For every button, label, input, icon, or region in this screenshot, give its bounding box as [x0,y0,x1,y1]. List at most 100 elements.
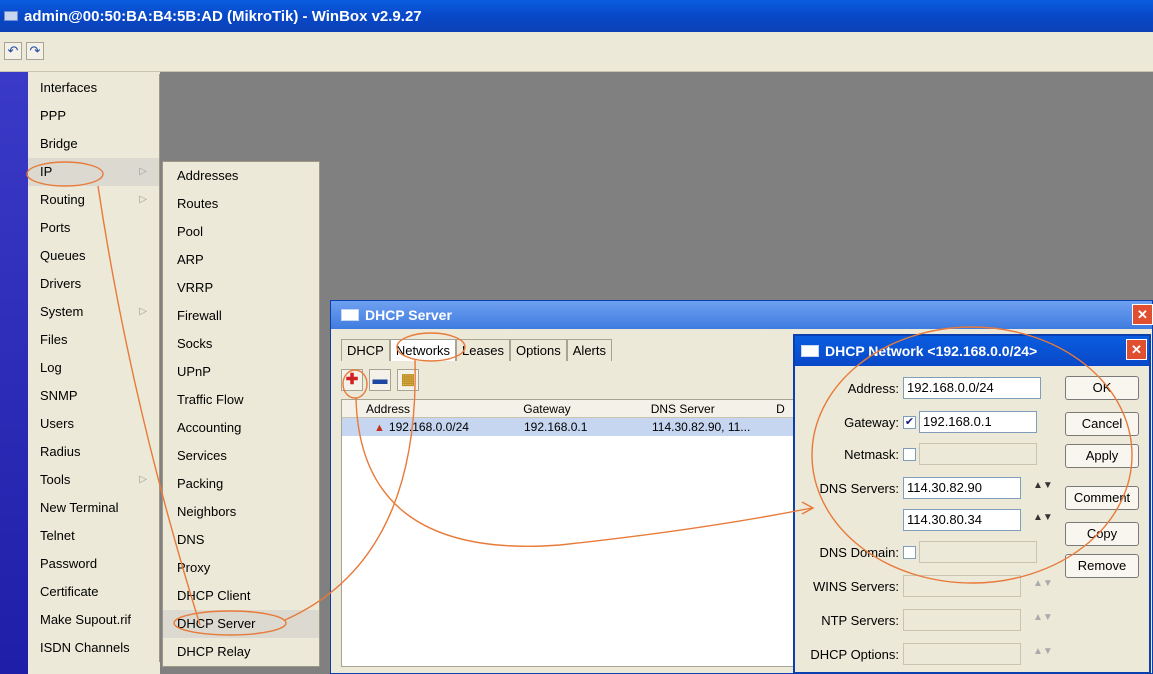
submenu-item[interactable]: Pool [163,218,319,246]
dhcp-network-title: DHCP Network <192.168.0.0/24> [825,343,1038,359]
dns-server-1-field[interactable]: 114.30.82.90 [903,477,1021,499]
address-field[interactable]: 192.168.0.0/24 [903,377,1041,399]
menu-item[interactable]: Routing ▷ [28,186,159,214]
apply-button[interactable]: Apply [1065,444,1139,468]
ntp-spin-icon: ▲▼ [1033,612,1053,623]
add-icon[interactable]: ✚ [341,369,363,391]
ok-button[interactable]: OK [1065,376,1139,400]
submenu-item[interactable]: DNS [163,526,319,554]
filter-icon[interactable]: ▦ [397,369,419,391]
table-header: Address Gateway DNS Server D [342,400,800,418]
ntp-label: NTP Servers: [821,612,899,628]
comment-button[interactable]: Comment [1065,486,1139,510]
submenu-item[interactable]: Socks [163,330,319,358]
column-dns-server[interactable]: DNS Server [647,400,772,417]
gateway-checkbox[interactable]: ✔ [903,415,916,429]
menu-item[interactable]: Telnet [28,522,159,550]
menu-item-label: Radius [40,444,81,459]
submenu-item[interactable]: DHCP Client [163,582,319,610]
submenu-item[interactable]: Packing [163,470,319,498]
menu-item[interactable]: Password [28,550,159,578]
submenu-item[interactable]: ARP [163,246,319,274]
submenu-item[interactable]: Neighbors [163,498,319,526]
submenu-item[interactable]: DHCP Server [163,610,319,638]
cell-gateway: 192.168.0.1 [524,420,588,434]
dns-2-spin-icon[interactable]: ▲▼ [1033,513,1053,523]
table-row[interactable]: ▲ 192.168.0.0/24 192.168.0.1 114.30.82.90… [342,418,800,436]
dns-1-spin-icon[interactable]: ▲▼ [1033,481,1053,491]
dns-domain-field[interactable] [919,541,1037,563]
menu-item[interactable]: SNMP [28,382,159,410]
menu-item[interactable]: Interfaces [28,74,159,102]
menu-item[interactable]: System ▷ [28,298,159,326]
submenu-item[interactable]: Accounting [163,414,319,442]
gateway-row: Gateway: ✔ 192.168.0.1 [795,410,1057,434]
undo-icon[interactable]: ↶ [4,42,22,60]
menu-item[interactable]: IP ▷ [28,158,159,186]
tab-networks[interactable]: Networks [389,339,457,361]
submenu-item[interactable]: Routes [163,190,319,218]
column-gateway[interactable]: Gateway [519,400,646,417]
menu-item[interactable]: Bridge [28,130,159,158]
tab-dhcp[interactable]: DHCP [341,339,390,361]
menu-item-label: New Terminal [40,500,119,515]
wins-label: WINS Servers: [813,578,899,594]
menu-item-label: SNMP [40,388,78,403]
gateway-label: Gateway: [844,414,899,430]
window-title: admin@00:50:BA:B4:5B:AD (MikroTik) - Win… [24,7,422,25]
menu-item[interactable]: Ports [28,214,159,242]
menu-item[interactable]: Tools ▷ [28,466,159,494]
dns-domain-checkbox[interactable] [903,545,916,559]
menu-item-label: Queues [40,248,86,263]
tab-leases[interactable]: Leases [456,339,510,361]
gateway-field[interactable]: 192.168.0.1 [919,411,1037,433]
redo-icon[interactable]: ↷ [26,42,44,60]
submenu-item[interactable]: VRRP [163,274,319,302]
submenu-item[interactable]: UPnP [163,358,319,386]
menu-item[interactable]: Drivers [28,270,159,298]
menu-item[interactable]: Certificate [28,578,159,606]
tab-alerts[interactable]: Alerts [566,339,612,361]
menu-item[interactable]: Make Supout.rif [28,606,159,634]
close-icon[interactable]: ✕ [1132,304,1153,325]
menu-item[interactable]: New Terminal [28,494,159,522]
menu-item[interactable]: ISDN Channels [28,634,159,662]
remove-icon[interactable]: ▬ [369,369,391,391]
submenu-item[interactable]: Proxy [163,554,319,582]
menu-item[interactable]: PPP [28,102,159,130]
submenu-item[interactable]: Traffic Flow [163,386,319,414]
dhcp-server-titlebar: DHCP Server ✕ [331,301,1153,329]
ip-submenu: Addresses Routes Pool ARP VRRP Firewall Socks U… [162,161,320,667]
menu-item-label: Log [40,360,62,375]
netmask-field[interactable] [919,443,1037,465]
tab-options[interactable]: Options [509,339,567,361]
window-icon [801,345,819,357]
menu-item-label: Interfaces [40,80,98,95]
wins-spin-icon: ▲▼ [1033,578,1053,589]
column-address[interactable]: Address [342,400,519,417]
menu-item-label: Certificate [40,584,99,599]
toolbar: ↶ ↷ [0,32,1153,72]
app-icon [4,11,18,21]
submenu-item[interactable]: Services [163,442,319,470]
close-icon[interactable]: ✕ [1126,339,1147,360]
menu-item[interactable]: Files [28,326,159,354]
remove-button[interactable]: Remove [1065,554,1139,578]
dhcp-options-field [903,643,1021,665]
dhcp-network-titlebar: DHCP Network <192.168.0.0/24> ✕ [795,336,1149,366]
dhcp-network-dialog: DHCP Network <192.168.0.0/24> ✕ Address:… [793,334,1151,674]
copy-button[interactable]: Copy [1065,522,1139,546]
menu-item[interactable]: Users [28,410,159,438]
submenu-item[interactable]: Addresses [163,162,319,190]
cancel-button[interactable]: Cancel [1065,412,1139,436]
netmask-checkbox[interactable] [903,447,916,461]
menu-item[interactable]: Radius [28,438,159,466]
menu-item[interactable]: Queues [28,242,159,270]
dns-servers-row: DNS Servers: 114.30.82.90 [795,476,1057,500]
submenu-item[interactable]: DHCP Relay [163,638,319,666]
dns-domain-row: DNS Domain: [795,540,1057,564]
submenu-item[interactable]: Firewall [163,302,319,330]
address-row: Address: 192.168.0.0/24 [795,376,1057,400]
dns-server-2-field[interactable]: 114.30.80.34 [903,509,1021,531]
menu-item[interactable]: Log [28,354,159,382]
